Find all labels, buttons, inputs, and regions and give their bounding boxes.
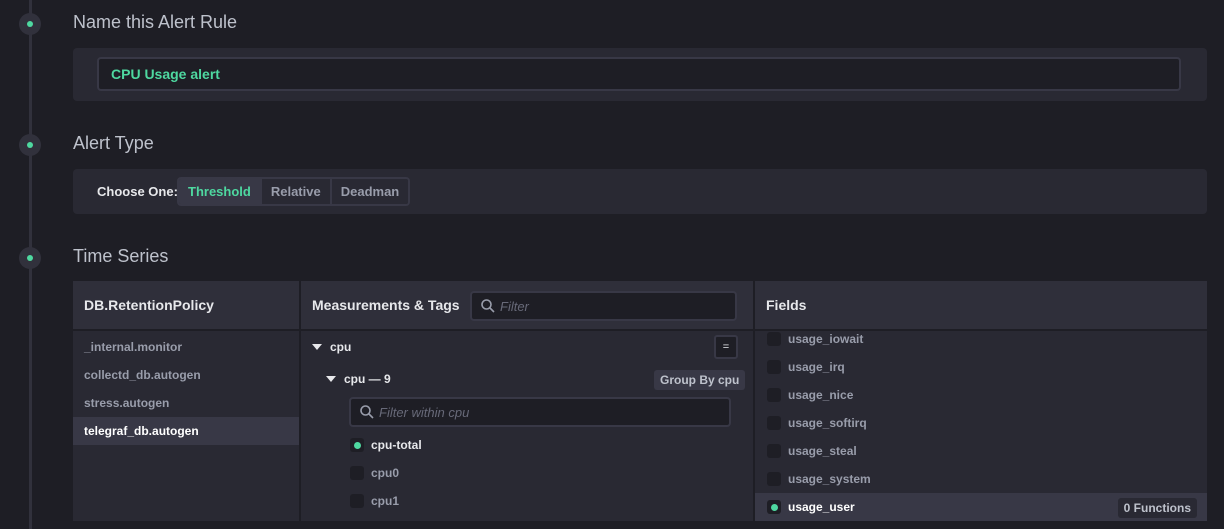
measurement-label: cpu	[330, 340, 352, 354]
tag-value-item[interactable]: cpu-total	[350, 437, 422, 453]
measurements-header-label: Measurements & Tags	[312, 297, 460, 313]
search-icon	[360, 405, 374, 419]
alert-type-relative-button[interactable]: Relative	[261, 179, 332, 204]
tag-key-cpu[interactable]: cpu — 9	[326, 372, 391, 386]
field-item[interactable]: usage_system	[755, 465, 1207, 493]
field-item[interactable]: usage_softirq	[755, 409, 1207, 437]
alert-type-deadman-button[interactable]: Deadman	[331, 179, 409, 204]
field-label: usage_system	[788, 472, 871, 486]
query-builder: DB.RetentionPolicy _internal.monitor col…	[73, 281, 1207, 521]
tag-value-label: cpu0	[371, 466, 400, 480]
field-label: usage_nice	[788, 388, 854, 402]
checkbox-icon	[767, 388, 781, 402]
checkbox-icon	[767, 472, 781, 486]
alert-type-heading: Alert Type	[73, 133, 154, 153]
tag-filter-input[interactable]: Filter within cpu	[349, 397, 731, 427]
step-dot-icon	[19, 13, 41, 35]
field-item[interactable]: usage_steal	[755, 437, 1207, 465]
alert-type-panel: Choose One: Threshold Relative Deadman	[73, 169, 1207, 214]
measurements-filter-placeholder: Filter	[500, 298, 529, 314]
field-label: usage_user	[788, 500, 855, 514]
checkbox-icon	[350, 494, 364, 508]
field-item[interactable]: usage_nice	[755, 381, 1207, 409]
checkbox-icon	[767, 360, 781, 374]
time-series-heading: Time Series	[73, 246, 169, 266]
checkbox-icon	[350, 466, 364, 480]
alert-name-input[interactable]: CPU Usage alert	[97, 57, 1181, 91]
measurements-column: Measurements & Tags Filter cpu = cpu — 9…	[301, 281, 753, 521]
tag-value-label: cpu-total	[371, 438, 422, 452]
field-label: usage_irq	[788, 360, 845, 374]
name-step-heading: Name this Alert Rule	[73, 12, 238, 32]
measurements-filter-input[interactable]: Filter	[470, 291, 737, 321]
db-column: DB.RetentionPolicy _internal.monitor col…	[73, 281, 299, 521]
checkbox-checked-icon	[350, 438, 364, 452]
alert-type-threshold-button[interactable]: Threshold	[179, 179, 262, 204]
field-label: usage_iowait	[788, 332, 864, 346]
caret-down-icon	[326, 376, 336, 382]
db-item[interactable]: stress.autogen	[73, 389, 299, 417]
tag-key-label: cpu — 9	[344, 372, 391, 386]
field-item[interactable]: usage_iowait	[755, 325, 1207, 353]
caret-down-icon	[312, 344, 322, 350]
tag-value-label: cpu1	[371, 494, 400, 508]
group-by-button[interactable]: Group By cpu	[654, 370, 746, 390]
fields-column: Fields usage_iowait usage_irq usage_nice…	[755, 281, 1207, 521]
db-column-header: DB.RetentionPolicy	[73, 281, 299, 331]
tag-filter-placeholder: Filter within cpu	[379, 404, 470, 420]
functions-button[interactable]: 0 Functions	[1117, 498, 1197, 518]
checkbox-icon	[767, 416, 781, 430]
step-dot-icon	[19, 134, 41, 156]
field-label: usage_softirq	[788, 416, 867, 430]
alert-type-selector: Threshold Relative Deadman	[177, 177, 411, 206]
measurement-cpu[interactable]: cpu	[312, 340, 351, 354]
equals-button[interactable]: =	[714, 335, 738, 359]
fields-column-header: Fields	[755, 281, 1207, 331]
field-item[interactable]: usage_irq	[755, 353, 1207, 381]
tag-value-item[interactable]: cpu1	[350, 493, 399, 509]
db-item[interactable]: _internal.monitor	[73, 333, 299, 361]
db-item-selected[interactable]: telegraf_db.autogen	[73, 417, 299, 445]
field-item-selected[interactable]: usage_user 0 Functions	[755, 493, 1207, 521]
field-label: usage_steal	[788, 444, 857, 458]
choose-one-label: Choose One:	[97, 184, 178, 199]
tag-value-item[interactable]: cpu0	[350, 465, 399, 481]
checkbox-icon	[767, 332, 781, 346]
search-icon	[481, 299, 495, 313]
step-dot-icon	[19, 247, 41, 269]
db-item[interactable]: collectd_db.autogen	[73, 361, 299, 389]
name-panel: CPU Usage alert	[73, 48, 1207, 101]
checkbox-icon	[767, 444, 781, 458]
checkbox-checked-icon	[767, 500, 781, 514]
